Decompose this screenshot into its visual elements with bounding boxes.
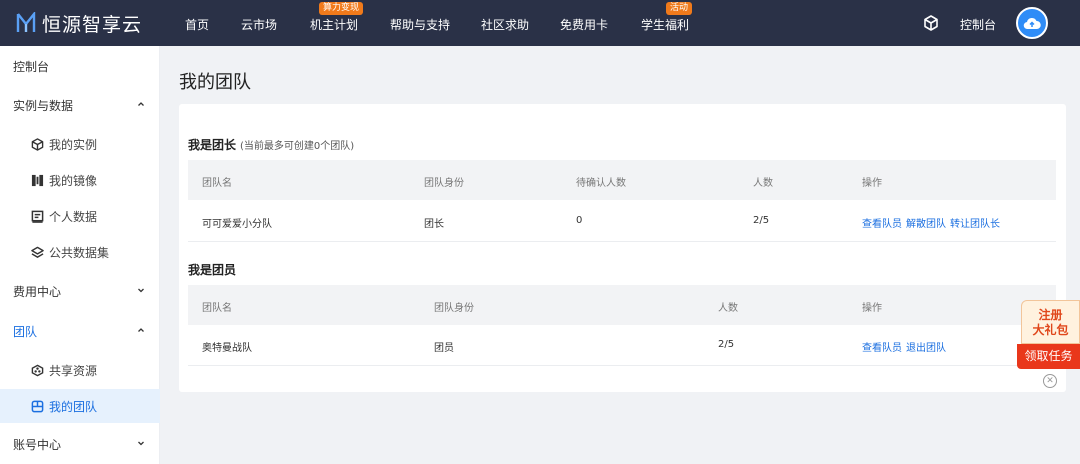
- leader-section-title-text: 我是团长: [188, 138, 237, 152]
- brand-name: 恒源智享云: [42, 13, 143, 36]
- sidebar-item-my-team[interactable]: 我的团队: [0, 389, 160, 423]
- sidebar: 控制台 实例与数据 我的实例 我的镜像 个人数据 公共数据集 费用中心 团队 共…: [0, 46, 160, 464]
- leader-section-title: 我是团长 (当前最多可创建0个团队): [188, 136, 354, 153]
- chevron-up-icon: [138, 102, 144, 106]
- logo[interactable]: 恒源智享云: [16, 10, 142, 36]
- promo-line2: 大礼包: [1032, 323, 1069, 337]
- sidebar-group-label: 费用中心: [13, 284, 62, 299]
- cloud-upload-icon: [1023, 17, 1041, 30]
- layers-icon: [31, 246, 44, 258]
- promo-line1: 注册: [1038, 308, 1063, 322]
- column-header: 人数: [718, 303, 738, 314]
- column-header: 操作: [862, 178, 882, 189]
- member-count: 2/5: [718, 339, 735, 350]
- sidebar-item-my-images[interactable]: 我的镜像: [0, 163, 160, 197]
- team-card: 我是团长 (当前最多可创建0个团队) 团队名 团队身份 待确认人数 人数 操作 可…: [179, 104, 1066, 392]
- sidebar-group-account[interactable]: 账号中心: [0, 427, 160, 461]
- member-section-title: 我是团员: [188, 263, 237, 277]
- sidebar-group-label: 团队: [13, 324, 38, 339]
- cube-icon[interactable]: [922, 14, 940, 32]
- close-icon[interactable]: ✕: [1043, 374, 1057, 388]
- table-row: 可可爱爱小分队 团长 0 2/5 查看队员 解散团队 转让团队长: [188, 201, 1056, 242]
- team-name: 奥特曼战队: [202, 343, 252, 354]
- column-header: 团队名: [202, 303, 232, 314]
- column-header: 人数: [753, 178, 773, 189]
- team-role: 团员: [434, 343, 454, 354]
- leave-team-link[interactable]: 退出团队: [906, 343, 946, 354]
- team-icon: [31, 400, 44, 412]
- sidebar-group-team[interactable]: 团队: [0, 314, 160, 348]
- sidebar-group-label: 实例与数据: [13, 98, 74, 113]
- claim-task-button[interactable]: 领取任务: [1017, 344, 1080, 369]
- image-icon: [31, 174, 44, 186]
- transfer-leader-link[interactable]: 转让团队长: [950, 219, 1000, 230]
- sidebar-group-instances-data[interactable]: 实例与数据: [0, 88, 160, 122]
- badge-host-plan: 算力变现: [319, 2, 364, 15]
- sidebar-item-console[interactable]: 控制台: [0, 49, 160, 83]
- badge-student-benefit: 活动: [666, 2, 693, 15]
- cube-icon: [31, 137, 44, 151]
- nav-cloud-market[interactable]: 云市场: [241, 16, 277, 33]
- leader-section-hint: (当前最多可创建0个团队): [240, 141, 355, 152]
- nav-community[interactable]: 社区求助: [481, 16, 529, 33]
- column-header: 团队身份: [424, 178, 464, 189]
- member-table-header: 团队名 团队身份 人数 操作: [188, 285, 1056, 325]
- nav-help-support[interactable]: 帮助与支持: [390, 16, 450, 33]
- column-header: 团队名: [202, 178, 232, 189]
- data-icon: [31, 210, 44, 223]
- nav-host-plan[interactable]: 机主计划: [310, 16, 358, 33]
- chevron-down-icon: [138, 441, 144, 446]
- dissolve-team-link[interactable]: 解散团队: [906, 219, 946, 230]
- sidebar-group-billing[interactable]: 费用中心: [0, 274, 160, 308]
- nav-free-card[interactable]: 免费用卡: [560, 16, 608, 33]
- nav-console[interactable]: 控制台: [960, 16, 996, 33]
- column-header: 操作: [862, 303, 882, 314]
- sidebar-item-label: 共享资源: [49, 363, 98, 378]
- page-title: 我的团队: [179, 72, 251, 93]
- sidebar-item-shared-resources[interactable]: 共享资源: [0, 353, 160, 387]
- view-members-link[interactable]: 查看队员: [862, 219, 902, 230]
- promo-banner[interactable]: 注册 大礼包: [1021, 300, 1080, 344]
- pending-count: 0: [576, 215, 583, 226]
- row-actions: 查看队员 解散团队 转让团队长: [862, 215, 1004, 230]
- sidebar-group-label: 账号中心: [13, 437, 62, 452]
- logo-mark-icon: [16, 12, 36, 32]
- register-gift-promo[interactable]: 注册 大礼包 领取任务: [1017, 300, 1080, 370]
- view-members-link[interactable]: 查看队员: [862, 343, 902, 354]
- row-actions: 查看队员 退出团队: [862, 339, 950, 354]
- chevron-down-icon: [138, 288, 144, 293]
- share-icon: [31, 364, 44, 376]
- sidebar-item-label: 我的团队: [49, 399, 98, 414]
- avatar[interactable]: [1016, 7, 1048, 39]
- leader-table-header: 团队名 团队身份 待确认人数 人数 操作: [188, 160, 1056, 200]
- sidebar-item-personal-data[interactable]: 个人数据: [0, 199, 160, 233]
- team-role: 团长: [424, 219, 444, 230]
- column-header: 待确认人数: [576, 178, 626, 189]
- team-name: 可可爱爱小分队: [202, 219, 272, 230]
- sidebar-item-label: 控制台: [13, 59, 50, 74]
- sidebar-item-label: 公共数据集: [49, 245, 110, 260]
- table-row: 奥特曼战队 团员 2/5 查看队员 退出团队: [188, 325, 1056, 366]
- nav-student-benefit[interactable]: 学生福利: [641, 16, 689, 33]
- member-count: 2/5: [753, 215, 770, 226]
- sidebar-item-label: 我的镜像: [49, 173, 98, 188]
- sidebar-item-label: 个人数据: [49, 209, 98, 224]
- sidebar-item-public-datasets[interactable]: 公共数据集: [0, 235, 160, 269]
- column-header: 团队身份: [434, 303, 474, 314]
- chevron-up-icon: [138, 328, 144, 332]
- top-navbar: 恒源智享云 首页 云市场 机主计划 算力变现 帮助与支持 社区求助 免费用卡 学…: [0, 0, 1080, 46]
- sidebar-item-my-instances[interactable]: 我的实例: [0, 127, 160, 161]
- nav-home[interactable]: 首页: [185, 16, 209, 33]
- sidebar-item-label: 我的实例: [49, 137, 98, 152]
